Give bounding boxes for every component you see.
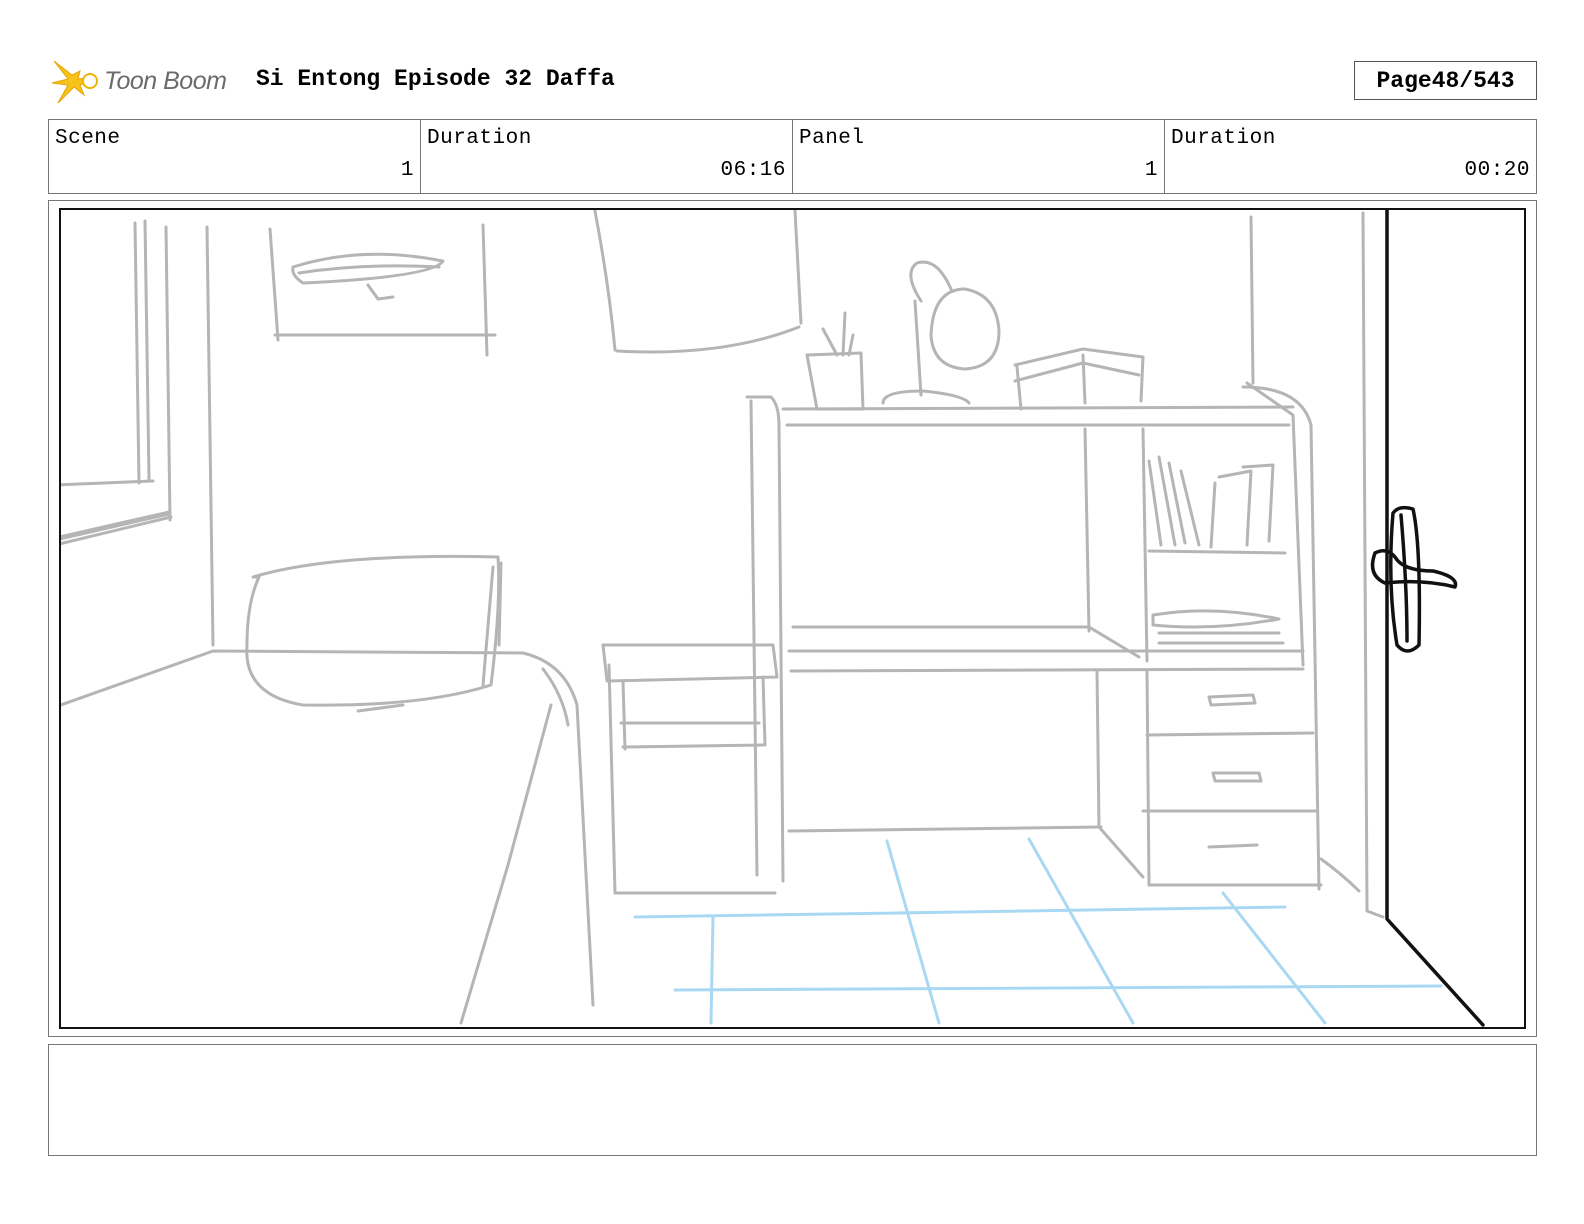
window-sketch	[61, 219, 215, 647]
scene-label: Scene	[55, 127, 121, 150]
toon-boom-logo: Toon Boom	[50, 55, 240, 107]
logo-text: Toon Boom	[104, 66, 227, 95]
starburst-icon	[51, 60, 98, 104]
panel-duration-value: 00:20	[1464, 159, 1530, 182]
storyboard-sketch	[59, 208, 1526, 1029]
desk-sketch	[745, 381, 1361, 893]
bedroom-sketch-drawing	[61, 210, 1485, 1027]
panel-duration-label: Duration	[1171, 127, 1276, 150]
scene-duration-value: 06:16	[720, 159, 786, 182]
scene-value: 1	[400, 159, 414, 182]
scene-cell: Scene 1	[49, 120, 421, 193]
panel-label: Panel	[799, 127, 865, 150]
panel-info-table: Scene 1 Duration 06:16 Panel 1 Duration …	[48, 119, 1537, 194]
storyboard-panel-frame	[48, 200, 1537, 1037]
books-sketch	[1147, 455, 1287, 645]
curtain-sketch	[593, 210, 803, 354]
nightstand-sketch	[601, 643, 779, 895]
door-sketch	[1370, 210, 1485, 1027]
scene-duration-label: Duration	[427, 127, 532, 150]
panel-cell: Panel 1	[793, 120, 1165, 193]
panel-notes-box	[48, 1044, 1537, 1156]
page-number: 48/543	[1431, 67, 1515, 94]
document-title: Si Entong Episode 32 Daffa	[256, 66, 615, 92]
panel-value: 1	[1144, 159, 1158, 182]
panel-duration-cell: Duration 00:20	[1165, 120, 1536, 193]
scene-duration-cell: Duration 06:16	[421, 120, 793, 193]
bed-sketch	[61, 554, 595, 1025]
page-indicator: Page 48/543	[1354, 61, 1537, 100]
desk-items-sketch	[805, 260, 1145, 411]
page-label: Page	[1376, 67, 1432, 94]
wall-frame-sketch	[268, 223, 497, 357]
